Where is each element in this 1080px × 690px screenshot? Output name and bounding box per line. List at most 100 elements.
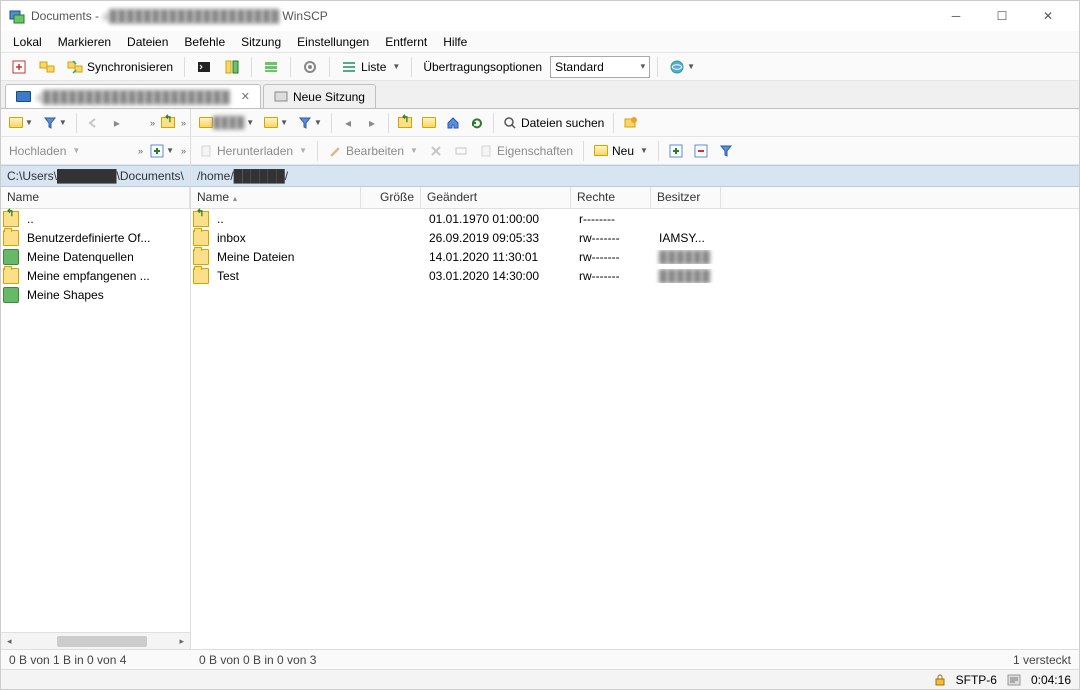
local-hscroll[interactable]: ◂▸	[1, 632, 190, 649]
close-tab-icon[interactable]: ✕	[241, 90, 250, 103]
menu-entfernt[interactable]: Entfernt	[379, 33, 433, 51]
status-bar: 0 B von 1 B in 0 von 4 0 B von 0 B in 0 …	[1, 649, 1079, 669]
datasource-icon	[3, 287, 19, 303]
local-nav-toolbar: ▼ ▼ ▸ » »	[1, 109, 191, 137]
col-rights[interactable]: Rechte	[571, 187, 651, 208]
find-files-button[interactable]: Dateien suchen	[499, 112, 608, 134]
local-drive-button[interactable]: ▼	[5, 112, 37, 134]
queue-toggle-icon[interactable]	[259, 56, 283, 78]
remote-new-plus-button[interactable]	[665, 140, 687, 162]
bottom-bar: SFTP-6 0:04:16	[1, 669, 1079, 689]
remote-refresh-button[interactable]	[466, 112, 488, 134]
menu-dateien[interactable]: Dateien	[121, 33, 174, 51]
remote-action-toolbar: Herunterladen▼ Bearbeiten▼ Eigenschaften…	[191, 137, 1079, 165]
list-item[interactable]: inbox26.09.2019 09:05:33rw-------IAMSY..…	[191, 228, 1079, 247]
remote-bookmark-button[interactable]	[619, 112, 641, 134]
new-button[interactable]: Neu▼	[590, 140, 652, 162]
remote-parent-button[interactable]	[394, 112, 416, 134]
compare-icon[interactable]	[220, 56, 244, 78]
folder-icon	[193, 268, 209, 284]
menu-befehle[interactable]: Befehle	[178, 33, 231, 51]
menu-sitzung[interactable]: Sitzung	[235, 33, 287, 51]
remote-dir-button[interactable]: ████▼	[195, 112, 258, 134]
remote-list-header: Name▴ Größe Geändert Rechte Besitzer	[191, 187, 1079, 209]
titlebar: Documents - a████████████████████ WinSCP…	[1, 1, 1079, 31]
monitor-icon	[16, 91, 31, 102]
col-owner[interactable]: Besitzer	[651, 187, 721, 208]
local-panel: C:\Users\███████\Documents\ Name ..Benut…	[1, 165, 191, 649]
lock-icon	[934, 674, 946, 686]
close-button[interactable]: ✕	[1025, 1, 1071, 31]
menu-lokal[interactable]: Lokal	[7, 33, 48, 51]
datasource-icon	[3, 249, 19, 265]
local-new-plus-button[interactable]: ▼	[146, 140, 178, 162]
session-tab-active[interactable]: a██████████████████████ ✕	[5, 84, 261, 108]
col-name[interactable]: Name	[1, 187, 190, 208]
local-path-bar[interactable]: C:\Users\███████\Documents\	[1, 165, 190, 187]
new-session-tab[interactable]: Neue Sitzung	[263, 84, 376, 108]
remote-root-button[interactable]	[418, 112, 440, 134]
list-item[interactable]: Benutzerdefinierte Of...	[1, 228, 190, 247]
delete-button[interactable]	[425, 140, 447, 162]
remote-home-button[interactable]	[442, 112, 464, 134]
list-item[interactable]: Test03.01.2020 14:30:00rw-------██████	[191, 266, 1079, 285]
menu-einstellungen[interactable]: Einstellungen	[291, 33, 375, 51]
terminal-icon[interactable]	[192, 56, 216, 78]
list-item[interactable]: Meine empfangenen ...	[1, 266, 190, 285]
sync-browse-icon[interactable]	[35, 56, 59, 78]
list-item[interactable]: ..01.01.1970 01:00:00r--------	[191, 209, 1079, 228]
menu-bar: Lokal Markieren Dateien Befehle Sitzung …	[1, 31, 1079, 53]
local-file-list[interactable]: Name ..Benutzerdefinierte Of...Meine Dat…	[1, 187, 190, 632]
queue-list-button[interactable]: Liste▼	[337, 56, 404, 78]
address-book-icon[interactable]	[7, 56, 31, 78]
remote-forward-button[interactable]: ▸	[361, 112, 383, 134]
properties-button[interactable]: Eigenschaften	[475, 140, 577, 162]
minimize-button[interactable]: ─	[933, 1, 979, 31]
local-back-button[interactable]	[82, 112, 104, 134]
remote-status: 0 B von 0 B in 0 von 3	[191, 653, 324, 667]
folder-icon	[3, 230, 19, 246]
parent-folder-icon	[193, 211, 209, 227]
folder-icon	[193, 230, 209, 246]
list-item[interactable]: Meine Shapes	[1, 285, 190, 304]
preferences-icon[interactable]	[298, 56, 322, 78]
list-item[interactable]: Meine Datenquellen	[1, 247, 190, 266]
remote-open-button[interactable]: ▼	[260, 112, 292, 134]
main-toolbar: Synchronisieren Liste▼ Übertragungsoptio…	[1, 53, 1079, 81]
local-action-toolbar: Hochladen▼ » ▼ »	[1, 137, 191, 165]
local-filter-button[interactable]: ▼	[39, 112, 71, 134]
log-icon[interactable]	[1007, 674, 1021, 686]
remote-new-minus-button[interactable]	[690, 140, 712, 162]
transfer-options-label: Übertragungsoptionen	[419, 60, 546, 74]
download-button[interactable]: Herunterladen▼	[195, 140, 311, 162]
edit-button[interactable]: Bearbeiten▼	[324, 140, 422, 162]
local-up-button[interactable]	[157, 112, 179, 134]
session-name: a██████████████████████	[36, 90, 230, 104]
maximize-button[interactable]: ☐	[979, 1, 1025, 31]
remote-filter-button[interactable]: ▼	[294, 112, 326, 134]
col-name[interactable]: Name▴	[191, 187, 361, 208]
local-list-header: Name	[1, 187, 190, 209]
col-date[interactable]: Geändert	[421, 187, 571, 208]
local-forward-button[interactable]: ▸	[106, 112, 128, 134]
sessions-dropdown-icon[interactable]: ▼	[665, 56, 699, 78]
col-size[interactable]: Größe	[361, 187, 421, 208]
menu-markieren[interactable]: Markieren	[52, 33, 117, 51]
protocol-label: SFTP-6	[956, 673, 997, 687]
transfer-preset-combo[interactable]: Standard	[550, 56, 650, 78]
folder-icon	[3, 268, 19, 284]
folder-icon	[193, 249, 209, 265]
upload-button[interactable]: Hochladen▼	[5, 140, 84, 162]
remote-file-list[interactable]: Name▴ Größe Geändert Rechte Besitzer ..0…	[191, 187, 1079, 649]
list-item[interactable]: Meine Dateien14.01.2020 11:30:01rw------…	[191, 247, 1079, 266]
window-title: Documents - a████████████████████ WinSCP	[31, 9, 933, 23]
list-item[interactable]: ..	[1, 209, 190, 228]
hidden-count: 1 versteckt	[1005, 653, 1079, 667]
remote-path-bar[interactable]: /home/██████/	[191, 165, 1079, 187]
synchronize-button[interactable]: Synchronisieren	[63, 56, 177, 78]
menu-hilfe[interactable]: Hilfe	[437, 33, 473, 51]
rename-button[interactable]	[450, 140, 472, 162]
elapsed-time: 0:04:16	[1031, 673, 1071, 687]
remote-back-button[interactable]: ◂	[337, 112, 359, 134]
remote-filter-toggle[interactable]	[715, 140, 737, 162]
